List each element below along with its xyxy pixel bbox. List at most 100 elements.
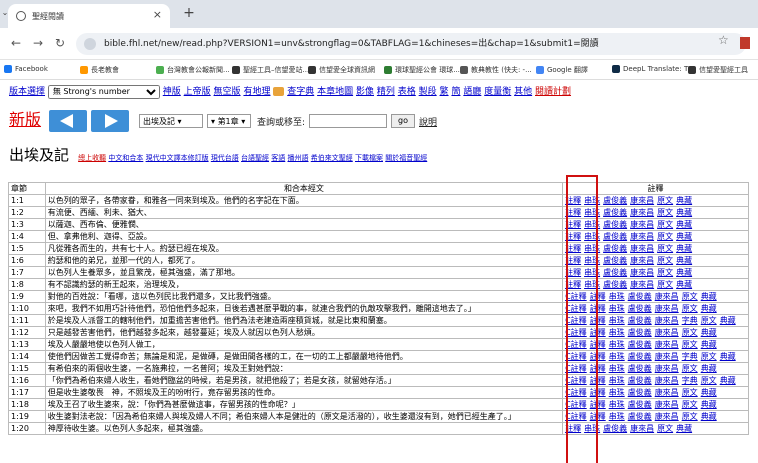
note-link[interactable]: 註釋 <box>565 244 581 253</box>
note-link[interactable]: 典藏 <box>720 352 736 361</box>
note-link[interactable]: 串珠 <box>609 328 625 337</box>
note-link[interactable]: 康來昌 <box>655 364 679 373</box>
toolbar-link[interactable]: 本章地圖 <box>317 87 353 97</box>
note-link[interactable]: 字典 <box>682 376 698 385</box>
note-link[interactable]: 盧俊義 <box>603 244 627 253</box>
note-link[interactable]: 原文 <box>657 424 673 433</box>
new-version-link[interactable]: 新版 <box>9 106 41 130</box>
note-link[interactable]: 盧俊義 <box>603 268 627 277</box>
note-link[interactable]: C註釋 <box>565 412 587 421</box>
next-chapter-button[interactable] <box>91 110 129 132</box>
note-link[interactable]: 串珠 <box>609 364 625 373</box>
note-link[interactable]: 串珠 <box>584 232 600 241</box>
camera-icon[interactable] <box>273 87 285 96</box>
note-link[interactable]: 康來昌 <box>655 340 679 349</box>
note-link[interactable]: 盧俊義 <box>628 364 652 373</box>
bible-version-link[interactable]: 希伯來文聖經 <box>311 154 353 162</box>
bible-version-link[interactable]: 總上收聽 <box>78 154 106 162</box>
note-link[interactable]: C註釋 <box>565 340 587 349</box>
note-link[interactable]: 典藏 <box>720 316 736 325</box>
help-link[interactable]: 說明 <box>419 115 437 128</box>
bookmark-item[interactable]: 長老教會 <box>80 65 119 75</box>
note-link[interactable]: 原文 <box>682 388 698 397</box>
note-link[interactable]: 康來昌 <box>655 352 679 361</box>
note-link[interactable]: 典藏 <box>676 196 692 205</box>
note-link[interactable]: 典藏 <box>676 424 692 433</box>
note-link[interactable]: 註釋 <box>590 376 606 385</box>
go-button[interactable]: go <box>391 114 415 128</box>
bookmark-item[interactable]: 信望愛聖經工具 <box>688 65 748 75</box>
bible-version-link[interactable]: 客語 <box>271 154 285 162</box>
toolbar-link[interactable]: 製段 <box>419 87 437 97</box>
note-link[interactable]: 註釋 <box>565 196 581 205</box>
toolbar-link[interactable]: 繁 <box>440 87 449 97</box>
note-link[interactable]: 康來昌 <box>655 304 679 313</box>
note-link[interactable]: 原文 <box>682 304 698 313</box>
note-link[interactable]: C註釋 <box>565 292 587 301</box>
note-link[interactable]: 盧俊義 <box>628 352 652 361</box>
note-link[interactable]: 原文 <box>682 400 698 409</box>
note-link[interactable]: 康來昌 <box>630 232 654 241</box>
note-link[interactable]: 典藏 <box>676 232 692 241</box>
version-select-link[interactable]: 版本選擇 <box>9 87 45 97</box>
note-link[interactable]: 串珠 <box>609 388 625 397</box>
note-link[interactable]: 註釋 <box>565 268 581 277</box>
bible-version-link[interactable]: 下載檔案 <box>355 154 383 162</box>
note-link[interactable]: C註釋 <box>565 400 587 409</box>
note-link[interactable]: 康來昌 <box>630 256 654 265</box>
note-link[interactable]: 串珠 <box>609 400 625 409</box>
bible-version-link[interactable]: 中文和合本 <box>108 154 143 162</box>
note-link[interactable]: 典藏 <box>701 292 717 301</box>
note-link[interactable]: 典藏 <box>701 400 717 409</box>
note-link[interactable]: 字典 <box>682 316 698 325</box>
back-icon[interactable]: ← <box>8 36 24 50</box>
note-link[interactable]: 串珠 <box>584 220 600 229</box>
note-link[interactable]: 原文 <box>657 244 673 253</box>
bible-version-link[interactable]: 台語聖經 <box>241 154 269 162</box>
note-link[interactable]: 註釋 <box>590 292 606 301</box>
toolbar-link[interactable]: 語廳 <box>463 87 481 97</box>
note-link[interactable]: 註釋 <box>590 364 606 373</box>
note-link[interactable]: 原文 <box>701 376 717 385</box>
note-link[interactable]: 康來昌 <box>655 316 679 325</box>
note-link[interactable]: 原文 <box>701 316 717 325</box>
note-link[interactable]: 康來昌 <box>630 196 654 205</box>
note-link[interactable]: 典藏 <box>676 280 692 289</box>
note-link[interactable]: 原文 <box>657 256 673 265</box>
bookmark-item[interactable]: 台灣教會公報新聞... <box>156 65 230 75</box>
note-link[interactable]: 註釋 <box>565 220 581 229</box>
bookmark-item[interactable]: 聖經工具–信望愛站... <box>232 65 309 75</box>
extension-icon[interactable] <box>740 37 750 49</box>
bible-version-link[interactable]: 關於福音聖經 <box>385 154 427 162</box>
query-input[interactable] <box>309 114 387 128</box>
bookmark-star-icon[interactable]: ☆ <box>718 33 729 47</box>
note-link[interactable]: 串珠 <box>609 352 625 361</box>
note-link[interactable]: 串珠 <box>584 208 600 217</box>
note-link[interactable]: 典藏 <box>701 412 717 421</box>
note-link[interactable]: 盧俊義 <box>603 280 627 289</box>
toolbar-link[interactable]: 上帝版 <box>184 87 211 97</box>
note-link[interactable]: 典藏 <box>720 376 736 385</box>
toolbar-link[interactable]: 有地理 <box>243 87 270 97</box>
note-link[interactable]: 串珠 <box>584 244 600 253</box>
note-link[interactable]: 盧俊義 <box>628 328 652 337</box>
note-link[interactable]: 原文 <box>682 292 698 301</box>
note-link[interactable]: 典藏 <box>701 340 717 349</box>
note-link[interactable]: 串珠 <box>609 304 625 313</box>
note-link[interactable]: 串珠 <box>584 268 600 277</box>
note-link[interactable]: 典藏 <box>701 328 717 337</box>
note-link[interactable]: 典藏 <box>676 268 692 277</box>
note-link[interactable]: 盧俊義 <box>628 412 652 421</box>
note-link[interactable]: 註釋 <box>565 208 581 217</box>
bookmark-item[interactable]: Facebook <box>4 65 48 73</box>
note-link[interactable]: 盧俊義 <box>603 256 627 265</box>
note-link[interactable]: 原文 <box>657 280 673 289</box>
note-link[interactable]: 串珠 <box>609 340 625 349</box>
toolbar-link[interactable]: 無空版 <box>214 87 241 97</box>
bible-version-link[interactable]: 播州語 <box>288 154 309 162</box>
chapter-select[interactable]: ▾ 第1章 ▾ <box>207 114 251 128</box>
site-info-icon[interactable] <box>84 38 96 50</box>
note-link[interactable]: 康來昌 <box>655 400 679 409</box>
note-link[interactable]: 康來昌 <box>630 220 654 229</box>
note-link[interactable]: 盧俊義 <box>628 304 652 313</box>
